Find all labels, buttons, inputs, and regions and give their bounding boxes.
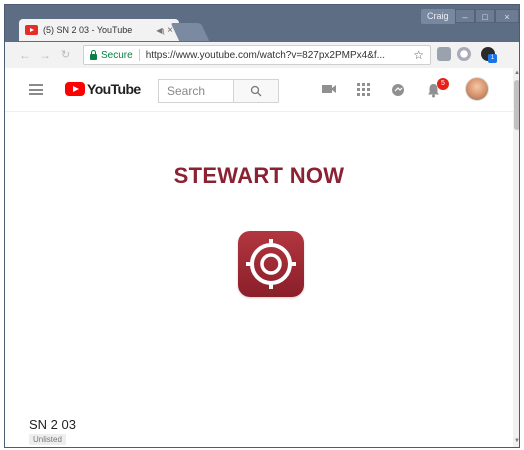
minimize-button[interactable]: – [455,9,475,23]
speaker-icon[interactable]: ◀ʅ [156,26,164,35]
page-scrollbar[interactable]: ▲ ▼ [513,68,519,447]
browser-tab[interactable]: (5) SN 2 03 - YouTube ◀ʅ × [19,19,179,41]
url-text[interactable]: https://www.youtube.com/watch?v=827px2PM… [146,50,410,61]
extension-badge: 1 [488,54,497,63]
youtube-favicon-icon [25,25,38,35]
youtube-play-icon [65,82,85,96]
maximize-button[interactable]: □ [475,9,495,23]
upload-video-icon[interactable] [321,83,337,95]
menu-icon[interactable] [29,84,43,95]
extension-circle-icon[interactable] [457,47,471,61]
video-title: SN 2 03 [29,417,76,432]
secure-label: Secure [101,49,133,61]
tab-title: (5) SN 2 03 - YouTube [43,25,133,35]
visibility-badge: Unlisted [29,434,66,445]
bookmark-star-icon[interactable]: ☆ [413,48,424,62]
messages-icon[interactable] [391,83,405,97]
scroll-thumb[interactable] [514,80,519,130]
forward-arrow-icon[interactable]: → [39,48,51,62]
apps-grid-icon[interactable] [357,83,370,96]
address-bar[interactable]: Secure https://www.youtube.com/watch?v=8… [83,45,431,65]
target-logo-icon [238,231,304,297]
profile-name[interactable]: Craig [421,9,455,24]
scroll-up-icon[interactable]: ▲ [514,70,519,76]
youtube-logo[interactable]: YouTube [65,81,141,97]
browser-toolbar: ← → ↻ Secure https://www.youtube.com/wat… [5,42,519,68]
title-card-text: STEWART NOW [173,163,345,188]
browser-window: (5) SN 2 03 - YouTube ◀ʅ × Craig – □ × ←… [4,4,520,448]
search-input[interactable]: Search [158,79,233,103]
separator [138,49,140,61]
youtube-logo-text: YouTube [87,81,141,97]
search-button[interactable] [233,79,279,103]
scroll-down-icon[interactable]: ▼ [514,438,519,444]
back-arrow-icon[interactable]: ← [19,48,31,62]
youtube-header: YouTube Search 5 [5,68,513,112]
youtube-page: YouTube Search 5 ▲ ▼ STEWART NOW SN 2 03… [5,68,519,447]
extension-coin-icon[interactable]: 1 [481,47,497,63]
notification-badge: 5 [437,78,449,90]
title-bar: (5) SN 2 03 - YouTube ◀ʅ × Craig – □ × [5,5,519,42]
reload-icon[interactable]: ↻ [61,48,70,61]
avatar[interactable] [465,77,489,101]
lock-icon [90,49,97,60]
search-icon [250,85,262,97]
close-window-button[interactable]: × [495,9,519,23]
extension-icon[interactable] [437,47,451,61]
